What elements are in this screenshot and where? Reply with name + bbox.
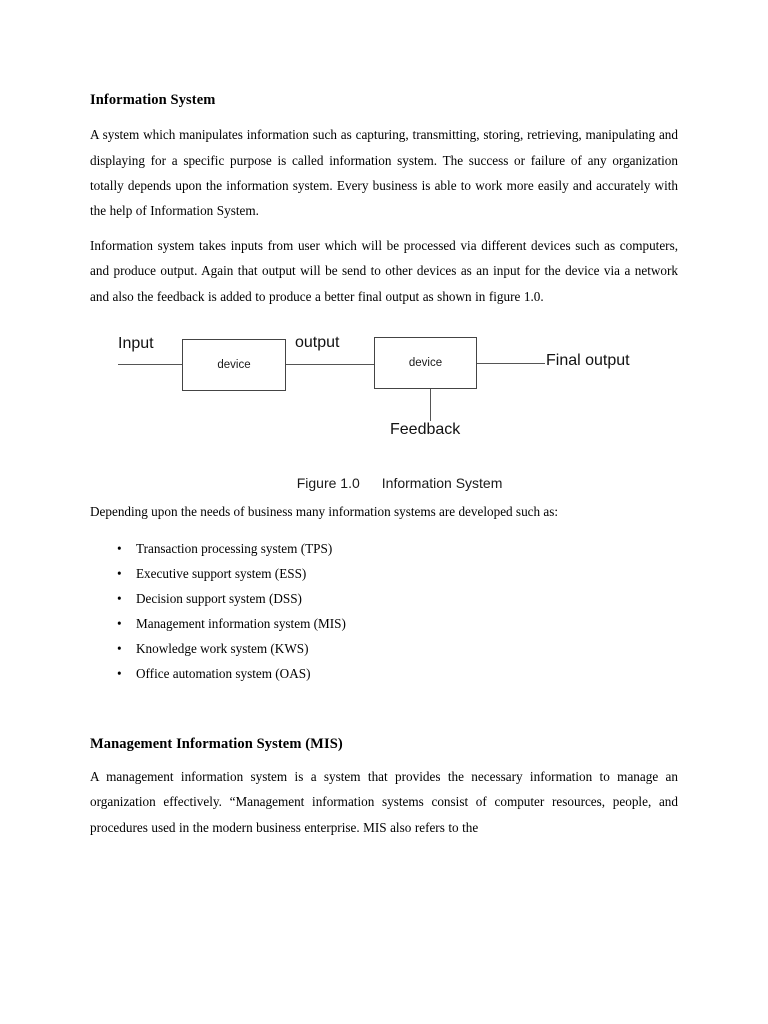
information-systems-list: • Transaction processing system (TPS) • … (90, 536, 678, 686)
document-page: Information System A system which manipu… (0, 0, 768, 1024)
bullet-icon: • (117, 565, 122, 581)
mis-section-title: Management Information System (MIS) (90, 735, 343, 752)
diagram-box-device-two: device (374, 336, 477, 389)
bullet-icon: • (117, 640, 122, 656)
figure-information-system: Input device output device Final output (90, 331, 678, 499)
diagram-canvas: Input device output device Final output (90, 331, 678, 441)
page-content: Information System A system which manipu… (90, 92, 678, 840)
list-item-label: Office automation system (OAS) (136, 665, 311, 681)
list-item: • Decision support system (DSS) (90, 586, 678, 611)
diagram-label-final-output: Final output (546, 351, 630, 369)
list-item: • Office automation system (OAS) (90, 661, 678, 686)
paragraph-intro-1: A system which manipulates information s… (90, 127, 678, 218)
list-item: • Executive support system (ESS) (90, 561, 678, 586)
list-item: • Transaction processing system (TPS) (90, 536, 678, 561)
figure-caption: Figure 1.0 Information System (90, 459, 678, 507)
figure-caption-number: Figure 1.0 (296, 474, 360, 491)
diagram-label-input: Input (118, 334, 154, 352)
list-item-label: Transaction processing system (TPS) (136, 540, 333, 556)
page-title: Information System (90, 92, 216, 108)
diagram-line-input (118, 363, 183, 365)
bullet-icon: • (117, 665, 122, 681)
diagram-label-output: output (295, 333, 340, 351)
list-item: • Management information system (MIS) (90, 611, 678, 636)
bullet-icon: • (117, 590, 122, 606)
diagram-box-device-one: device (182, 338, 286, 391)
list-item-label: Decision support system (DSS) (136, 590, 302, 606)
list-item-label: Knowledge work system (KWS) (136, 640, 309, 656)
list-item-label: Executive support system (ESS) (136, 565, 307, 581)
paragraph-intro-2: Information system takes inputs from use… (90, 238, 678, 304)
list-item-label: Management information system (MIS) (136, 615, 346, 631)
diagram-box-one-label: device (217, 358, 251, 371)
bullet-icon: • (117, 540, 122, 556)
figure-caption-title: Information System (381, 474, 503, 491)
bullet-icon: • (117, 615, 122, 631)
diagram-line-final-output (477, 362, 545, 364)
diagram-box-two-label: device (408, 356, 443, 369)
diagram-line-feedback (430, 388, 431, 421)
mis-paragraph: A management information system is a sys… (90, 769, 678, 835)
diagram-line-output (286, 363, 375, 365)
list-item: • Knowledge work system (KWS) (90, 636, 678, 661)
diagram-label-feedback: Feedback (390, 420, 461, 438)
